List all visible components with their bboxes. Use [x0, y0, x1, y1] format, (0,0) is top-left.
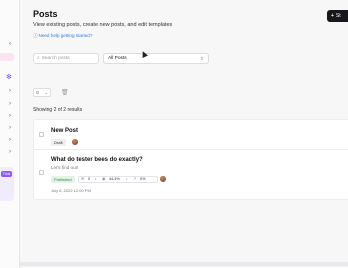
post-subtitle: Let's find out!: [51, 165, 79, 170]
mail-icon: ✉: [81, 177, 85, 181]
trial-badge: Trial: [1, 171, 12, 177]
trial-banner[interactable]: Trial: [0, 167, 14, 201]
page-subtitle: View existing posts, create new posts, a…: [33, 22, 173, 28]
chevron-right-icon[interactable]: ›: [9, 125, 11, 131]
dot-icon: •: [126, 177, 128, 181]
stat-value: 44.4%: [109, 177, 120, 181]
stat-value: 0: [88, 177, 91, 181]
sparkle-icon[interactable]: ✻: [6, 73, 12, 81]
row-checkbox[interactable]: [39, 132, 44, 137]
posts-list: New Post Draft What do tester bees do ex…: [33, 119, 348, 200]
chevron-right-icon[interactable]: ›: [9, 113, 11, 119]
sidebar: ‹ ✻ › › › › › › Trial: [0, 0, 20, 268]
search-icon: ⌕: [37, 56, 40, 61]
chevron-up-down-icon: ⇕: [200, 56, 204, 61]
trash-icon[interactable]: 🗑: [61, 89, 69, 96]
new-post-button[interactable]: + St: [327, 10, 348, 22]
row-checkbox[interactable]: [39, 170, 44, 175]
status-badge: Draft: [51, 139, 66, 146]
horizontal-scrollbar[interactable]: [20, 262, 348, 266]
chevron-right-icon[interactable]: ›: [9, 137, 11, 143]
collapse-chevron-icon[interactable]: ‹: [9, 41, 11, 47]
click-icon: ↗: [133, 177, 137, 181]
post-title[interactable]: What do tester bees do exactly?: [51, 157, 143, 163]
main-content: Posts View existing posts, create new po…: [20, 0, 348, 268]
chevron-down-icon: ⌄: [44, 90, 48, 95]
chevron-right-icon[interactable]: ›: [9, 101, 11, 107]
help-link[interactable]: ⓘNeed help getting started?: [33, 33, 92, 39]
post-stats: ✉ 0 • ◉ 44.4% • ↗ 0%: [78, 176, 158, 183]
plus-icon: +: [331, 13, 334, 19]
post-title[interactable]: New Post: [51, 128, 78, 134]
post-filter-select[interactable]: All Posts ⇕: [103, 53, 209, 64]
bulk-select-dropdown[interactable]: ⌄: [33, 88, 51, 97]
status-badge: Published: [51, 176, 75, 183]
select-all-checkbox[interactable]: [36, 91, 39, 94]
chevron-right-icon[interactable]: ›: [9, 149, 11, 155]
dot-icon: •: [95, 177, 97, 181]
post-row[interactable]: What do tester bees do exactly? Let's fi…: [34, 150, 348, 200]
results-count: Showing 2 of 2 results: [33, 107, 83, 113]
post-date: July 6, 2022 12:00 PM: [51, 188, 91, 193]
page-title: Posts: [33, 9, 58, 19]
help-circle-icon: ⓘ: [33, 33, 38, 38]
author-avatar: [72, 139, 78, 145]
chevron-right-icon[interactable]: ›: [9, 88, 11, 94]
post-row[interactable]: New Post Draft: [34, 120, 348, 150]
open-icon: ◉: [102, 177, 106, 181]
author-avatar: [160, 176, 166, 182]
stat-value: 0%: [140, 177, 146, 181]
search-input[interactable]: ⌕ Search posts: [33, 53, 99, 64]
sidebar-active-item[interactable]: [0, 53, 14, 61]
